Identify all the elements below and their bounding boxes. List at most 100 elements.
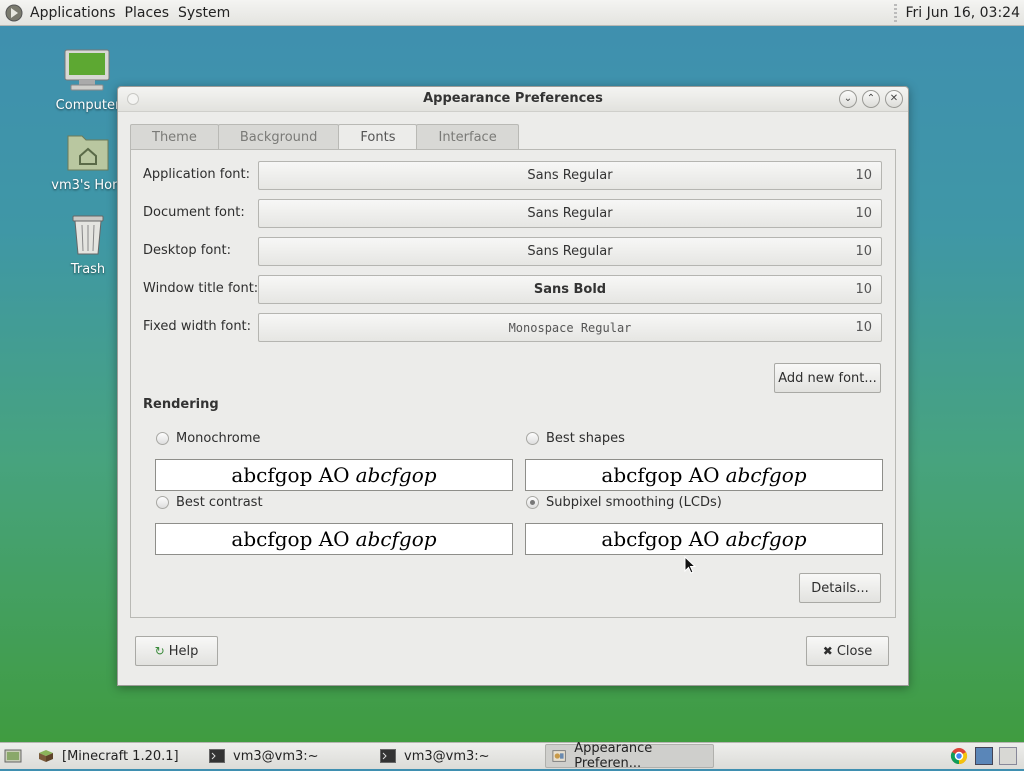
font-row-label: Window title font: xyxy=(143,281,259,296)
tab-theme[interactable]: Theme xyxy=(130,124,219,149)
rendering-heading: Rendering xyxy=(143,397,219,412)
chrome-icon[interactable] xyxy=(948,745,970,767)
task-label: vm3@vm3:~ xyxy=(233,748,319,764)
font-row-window-title: Window title font: Sans Bold 10 xyxy=(143,275,883,304)
appearance-preferences-window: Appearance Preferences ⌄ ⌃ ✕ Theme Backg… xyxy=(117,86,909,686)
radio-indicator xyxy=(156,431,169,445)
window-title-font-button[interactable]: Sans Bold 10 xyxy=(258,275,882,304)
document-font-button[interactable]: Sans Regular 10 xyxy=(258,199,882,228)
radio-best-shapes[interactable]: Best shapes xyxy=(526,429,625,447)
workspace-switcher-2[interactable] xyxy=(998,745,1018,767)
sample-best-shapes[interactable]: abcfgop AO abcfgop xyxy=(525,459,883,491)
trash-icon xyxy=(48,210,128,260)
application-font-button[interactable]: Sans Regular 10 xyxy=(258,161,882,190)
radio-label: Subpixel smoothing (LCDs) xyxy=(546,494,722,510)
minimize-button[interactable]: ⌄ xyxy=(839,90,857,108)
font-size: 10 xyxy=(855,168,872,183)
task-minecraft[interactable]: [Minecraft 1.20.1] xyxy=(32,745,199,767)
chevron-up-icon: ⌃ xyxy=(866,93,876,104)
font-name: Sans Regular xyxy=(527,244,613,259)
font-row-label: Fixed width font: xyxy=(143,319,252,334)
radio-label: Monochrome xyxy=(176,430,261,446)
close-button[interactable]: ✖ Close xyxy=(806,636,889,666)
chevron-down-icon: ⌄ xyxy=(843,93,853,104)
sample-text-italic: abcfgop xyxy=(355,527,437,551)
maximize-button[interactable]: ⌃ xyxy=(862,90,880,108)
radio-indicator xyxy=(156,495,169,509)
menu-applications[interactable]: Applications xyxy=(30,5,116,21)
fonts-page: Application font: Sans Regular 10 Docume… xyxy=(130,149,896,618)
tab-bar: Theme Background Fonts Interface xyxy=(130,124,519,150)
font-row-label: Document font: xyxy=(143,205,245,220)
clock[interactable]: Fri Jun 16, 03:24 xyxy=(905,5,1020,21)
font-row-document: Document font: Sans Regular 10 xyxy=(143,199,883,228)
sample-text: abcfgop AO xyxy=(601,463,720,487)
radio-subpixel-smoothing[interactable]: Subpixel smoothing (LCDs) xyxy=(526,493,722,511)
font-size: 10 xyxy=(855,282,872,297)
bottom-taskbar: [Minecraft 1.20.1] vm3@vm3:~ vm3@vm3:~ A… xyxy=(0,741,1024,771)
desktop-icon-home[interactable]: vm3's Hom xyxy=(48,130,128,193)
font-row-label: Application font: xyxy=(143,167,251,182)
sample-text: abcfgop AO xyxy=(601,527,720,551)
tab-fonts[interactable]: Fonts xyxy=(338,124,418,150)
radio-monochrome[interactable]: Monochrome xyxy=(156,429,260,447)
details-button[interactable]: Details... xyxy=(799,573,881,603)
font-size: 10 xyxy=(855,244,872,259)
sample-monochrome[interactable]: abcfgop AO abcfgop xyxy=(155,459,513,491)
desktop-icon-trash[interactable]: Trash xyxy=(48,210,128,277)
font-row-desktop: Desktop font: Sans Regular 10 xyxy=(143,237,883,266)
window-close-button[interactable]: ✕ xyxy=(885,90,903,108)
terminal-icon xyxy=(380,749,396,763)
help-button[interactable]: ↻ Help xyxy=(135,636,218,666)
font-name: Sans Bold xyxy=(533,282,607,297)
radio-indicator xyxy=(526,431,539,445)
appearance-icon xyxy=(552,750,566,762)
window-titlebar[interactable]: Appearance Preferences ⌄ ⌃ ✕ xyxy=(118,87,908,112)
sample-best-contrast[interactable]: abcfgop AO abcfgop xyxy=(155,523,513,555)
desktop-icon-label: Trash xyxy=(70,262,106,277)
sample-text-italic: abcfgop xyxy=(725,463,807,487)
tab-interface[interactable]: Interface xyxy=(416,124,519,149)
font-name: Monospace Regular xyxy=(508,320,632,335)
menu-system[interactable]: System xyxy=(178,5,230,21)
home-folder-icon xyxy=(48,130,128,176)
close-button-label: Close xyxy=(836,643,873,659)
font-name: Sans Regular xyxy=(527,206,613,221)
sample-text-italic: abcfgop xyxy=(355,463,437,487)
workspace-switcher-1[interactable] xyxy=(974,745,994,767)
task-label: Appearance Preferen... xyxy=(574,741,653,771)
help-button-label: Help xyxy=(168,643,199,659)
radio-label: Best contrast xyxy=(176,494,263,510)
task-terminal-1[interactable]: vm3@vm3:~ xyxy=(203,745,370,767)
desktop-icon-computer[interactable]: Computer xyxy=(48,48,128,113)
desktop-font-button[interactable]: Sans Regular 10 xyxy=(258,237,882,266)
add-new-font-button[interactable]: Add new font... xyxy=(774,363,881,393)
sample-text: abcfgop AO xyxy=(231,527,350,551)
panel-separator xyxy=(894,3,898,22)
font-size: 10 xyxy=(855,320,872,335)
font-name: Sans Regular xyxy=(527,168,613,183)
font-row-label: Desktop font: xyxy=(143,243,231,258)
font-size: 10 xyxy=(855,206,872,221)
font-row-fixed-width: Fixed width font: Monospace Regular 10 xyxy=(143,313,883,342)
desktop-icon-label: Computer xyxy=(55,98,121,113)
help-icon: ↻ xyxy=(154,644,165,658)
tab-background[interactable]: Background xyxy=(217,124,340,149)
task-terminal-2[interactable]: vm3@vm3:~ xyxy=(374,745,541,767)
mouse-pointer-icon xyxy=(684,555,697,574)
task-appearance-preferences[interactable]: Appearance Preferen... xyxy=(545,741,714,771)
desktop-icon-label: vm3's Hom xyxy=(51,178,125,193)
top-panel: Applications Places System Fri Jun 16, 0… xyxy=(0,0,1024,26)
minecraft-icon xyxy=(39,750,53,762)
sample-subpixel-smoothing[interactable]: abcfgop AO abcfgop xyxy=(525,523,883,555)
sample-text: abcfgop AO xyxy=(231,463,350,487)
distro-logo-icon[interactable] xyxy=(4,3,24,23)
menu-places[interactable]: Places xyxy=(125,5,170,21)
radio-best-contrast[interactable]: Best contrast xyxy=(156,493,263,511)
font-row-application: Application font: Sans Regular 10 xyxy=(143,161,883,190)
task-label: vm3@vm3:~ xyxy=(404,748,490,764)
show-desktop-icon[interactable] xyxy=(2,745,24,767)
fixed-width-font-button[interactable]: Monospace Regular 10 xyxy=(258,313,882,342)
radio-indicator xyxy=(526,495,539,509)
task-label: [Minecraft 1.20.1] xyxy=(62,748,179,764)
